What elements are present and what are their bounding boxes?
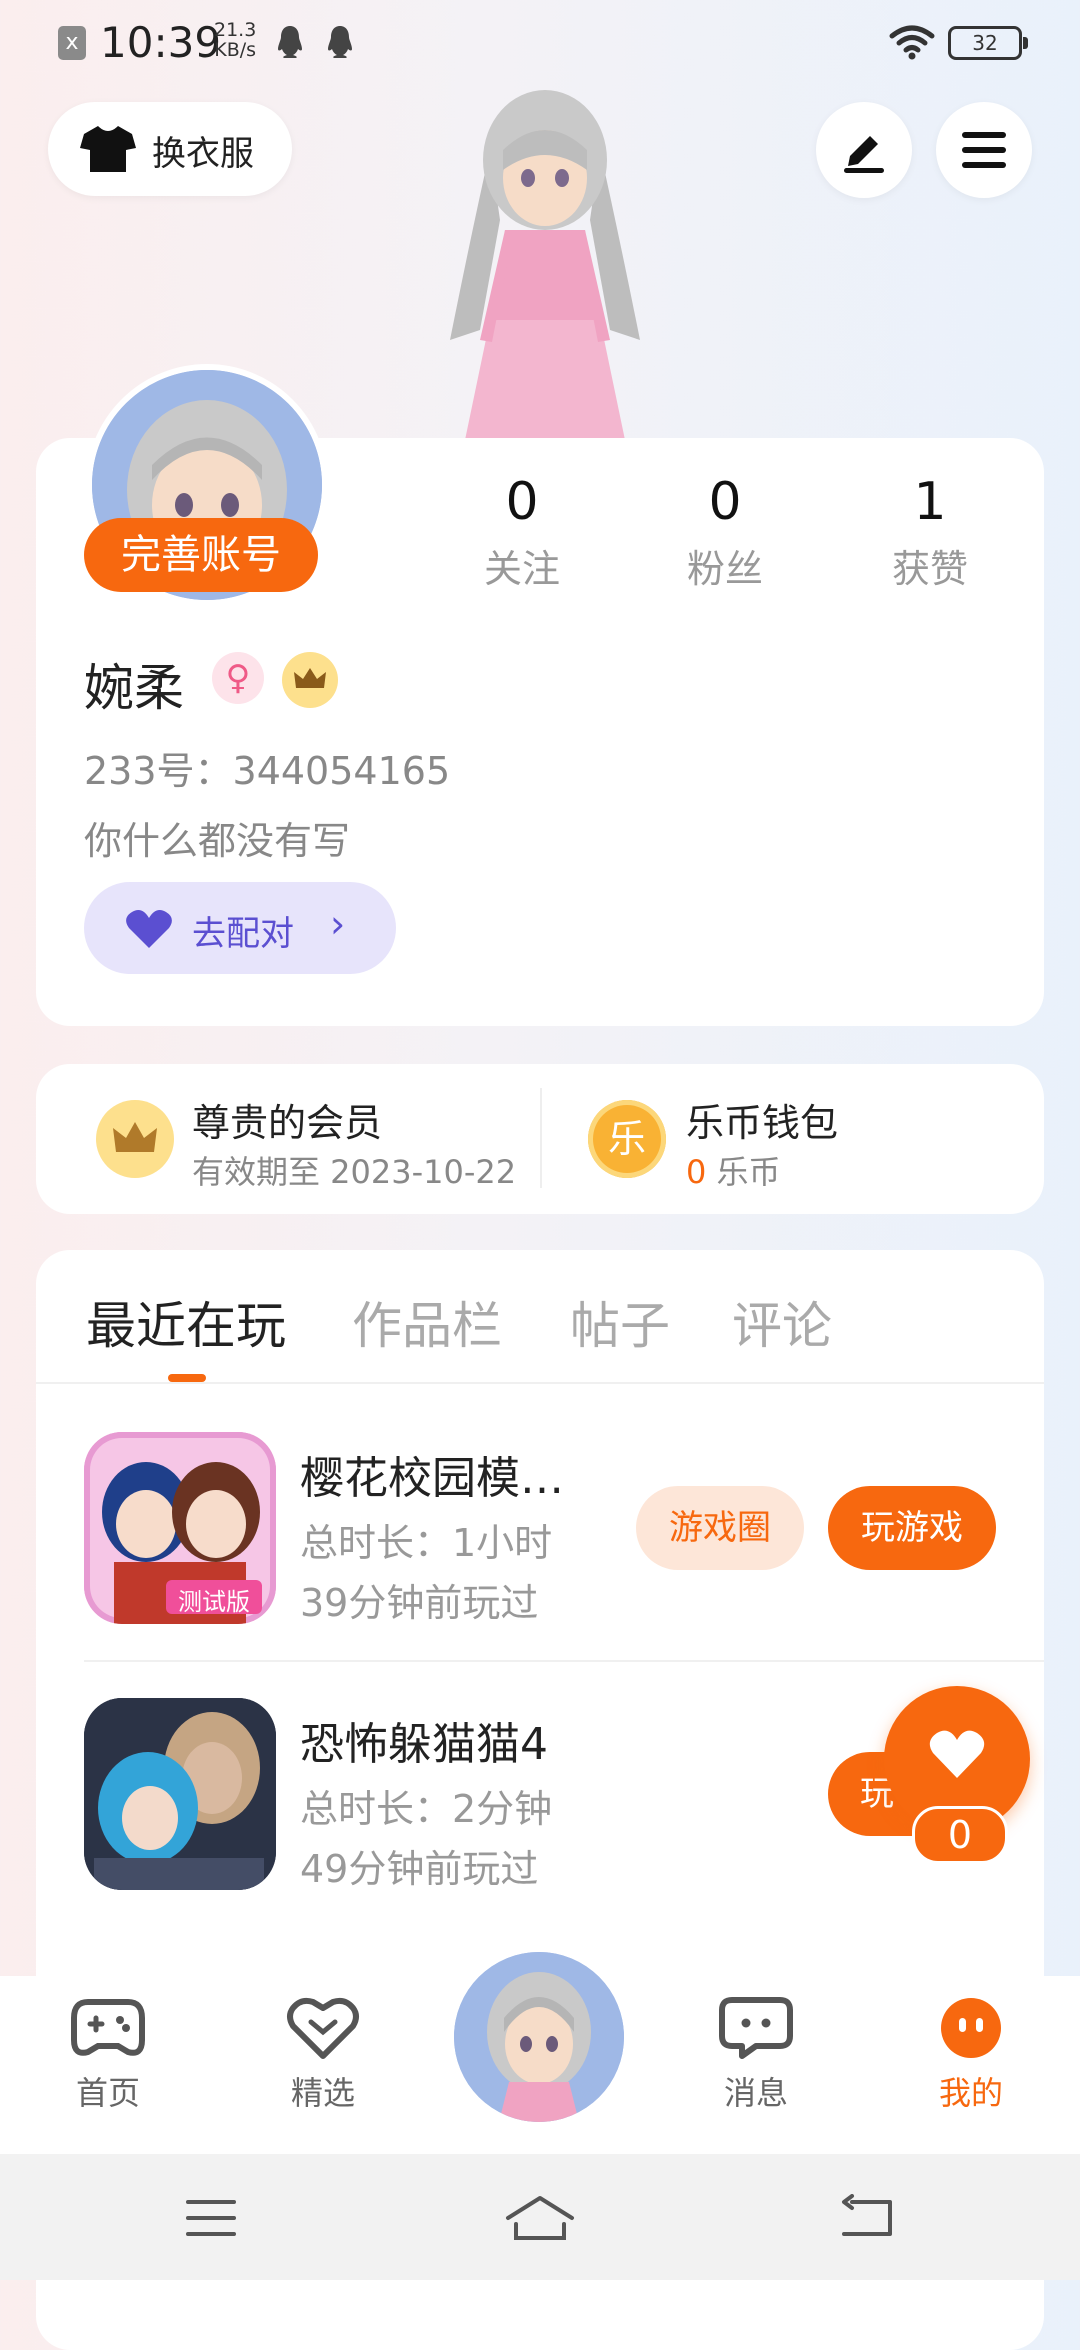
game-circle-button[interactable]: 游戏圈 [636,1486,804,1570]
game-duration: 总时长：1小时 [300,1521,553,1565]
chevron-right-icon: › [330,902,346,946]
change-outfit-label: 换衣服 [152,134,254,174]
likes-stat[interactable]: 1 获赞 [860,472,1000,593]
game-last-played: 49分钟前玩过 [300,1847,539,1891]
gamepad-icon [71,1999,145,2056]
avatar-figure [450,90,640,440]
divider [36,1382,1044,1384]
avatar-image [454,1952,624,2122]
game-icon[interactable]: 测试版 [84,1432,276,1624]
network-speed-unit: KB/s [214,39,257,61]
nav-home-label: 首页 [75,2074,140,2112]
wallet-title: 乐币钱包 [686,1101,839,1145]
username: 婉柔 [84,659,184,717]
like-count: 0 [912,1806,1008,1864]
tab-indicator [168,1374,206,1382]
game-duration: 总时长：2分钟 [300,1787,553,1831]
crown-glyph [294,668,326,688]
nav-me[interactable]: 我的 [896,1996,1046,2114]
game-tag: 测试版 [178,1588,250,1616]
nav-featured[interactable]: 精选 [248,1996,398,2114]
crown-icon [113,1122,157,1152]
followers-label: 粉丝 [686,547,763,591]
wallet-section[interactable]: 乐币钱包 0 乐币 [686,1092,838,1193]
qq-icon [328,26,352,58]
tab-works[interactable]: 作品栏 [352,1286,502,1358]
change-outfit-button[interactable]: 换衣服 [48,102,292,196]
nav-messages-label: 消息 [723,2074,788,2112]
nav-me-label: 我的 [938,2074,1003,2112]
user-bio: 你什么都没有写 [84,819,351,863]
match-label: 去配对 [192,914,294,954]
following-label: 关注 [483,547,560,591]
female-icon: ♀ [212,652,264,704]
heart-icon [126,910,172,948]
match-button[interactable]: 去配对 › [84,882,396,974]
tab-comments[interactable]: 评论 [732,1286,832,1358]
play-game-button[interactable]: 玩游戏 [828,1486,996,1570]
system-nav-bar [0,2154,1080,2280]
following-count: 0 [505,472,539,532]
followers-stat[interactable]: 0 粉丝 [655,472,795,593]
wallet-unit: 乐币 [716,1153,781,1191]
likes-label: 获赞 [891,547,968,591]
battery-indicator: 32 [948,26,1028,60]
tab-recent-play[interactable]: 最近在玩 [86,1286,286,1358]
divider [84,1660,1044,1662]
coin-icon: 乐 [588,1100,666,1178]
vip-expiry: 有效期至 2023-10-22 [192,1153,517,1191]
menu-button[interactable] [936,102,1032,198]
nav-messages[interactable]: 消息 [681,1996,831,2114]
followers-count: 0 [708,472,742,532]
nav-featured-label: 精选 [290,2074,355,2112]
status-time: 10:39 [100,18,222,67]
network-speed-value: 21.3 [214,19,257,41]
wifi-icon [889,25,935,60]
status-bar: x 10:39 21.3 KB/s 32 [0,0,1080,86]
user-id: 233号：344054165 [84,749,451,793]
vip-title: 尊贵的会员 [192,1101,383,1145]
game-icon[interactable] [84,1698,276,1890]
nav-avatar[interactable] [454,1952,624,2122]
face-icon [941,1998,1001,2058]
crown-icon[interactable] [282,652,338,708]
heart-icon [929,1730,985,1778]
game-last-played: 39分钟前玩过 [300,1581,539,1625]
tshirt-icon [80,126,136,172]
home-icon[interactable] [504,2194,576,2242]
chat-icon [719,1997,793,2059]
recent-apps-icon[interactable] [184,2198,238,2238]
complete-account-button[interactable]: 完善账号 [84,518,318,592]
divider [540,1088,542,1188]
edit-pen-icon [844,136,884,173]
menu-icon [962,132,1006,168]
heart-badge-icon [287,1997,359,2059]
vip-crown-icon [96,1100,174,1178]
notification-close-icon: x [58,26,86,60]
game-title[interactable]: 恐怖躲猫猫4 [300,1708,548,1772]
likes-count: 1 [913,472,947,532]
game-thumbnail [84,1698,276,1890]
edit-profile-button[interactable] [816,102,912,198]
qq-icon [278,26,302,58]
tab-posts[interactable]: 帖子 [570,1286,670,1358]
network-speed: 21.3 KB/s [214,20,256,60]
vip-section[interactable]: 尊贵的会员 有效期至 2023-10-22 [192,1092,516,1193]
back-icon[interactable] [840,2194,894,2238]
game-title[interactable]: 樱花校园模… [300,1442,564,1506]
nav-home[interactable]: 首页 [33,1996,183,2114]
following-stat[interactable]: 0 关注 [452,472,592,593]
wallet-amount: 0 [686,1153,707,1191]
